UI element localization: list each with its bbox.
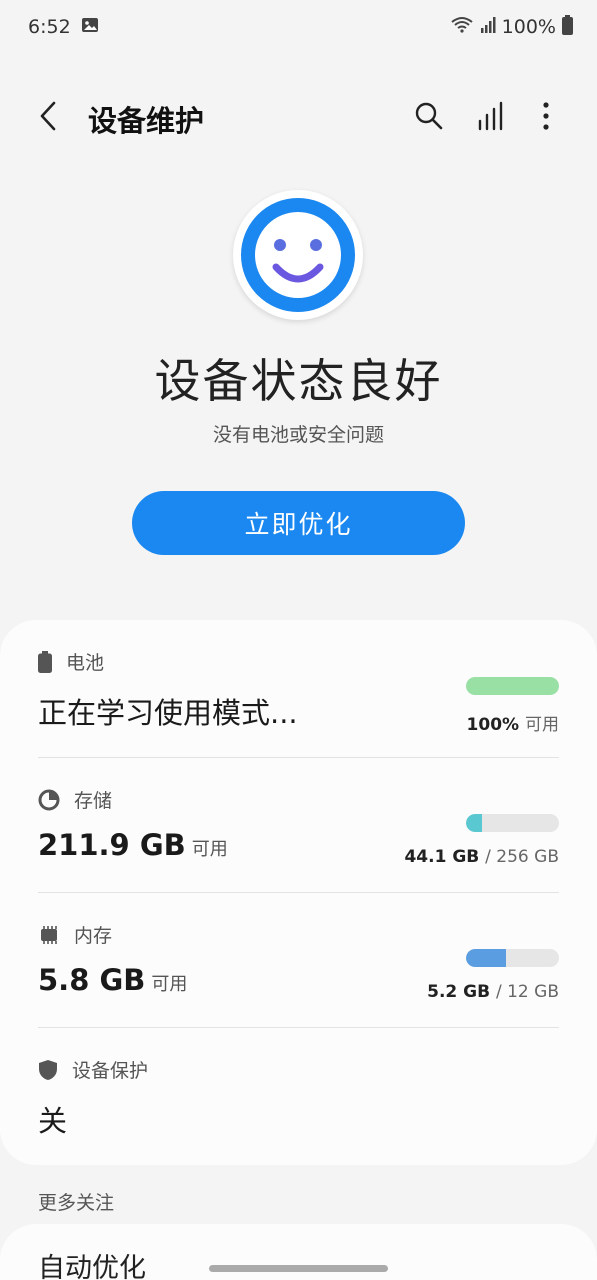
more-options-button[interactable] (526, 96, 566, 136)
battery-icon (38, 650, 52, 673)
cell-signal-icon (480, 16, 496, 39)
home-indicator[interactable] (209, 1265, 388, 1272)
app-bar: 设备维护 (0, 82, 597, 152)
battery-icon (562, 14, 573, 40)
battery-percent-value: 100% (466, 715, 520, 735)
memory-available-value: 5.8 GB (38, 963, 146, 997)
storage-label: 存储 (74, 790, 113, 812)
memory-total-value: / 12 GB (495, 982, 559, 1002)
page-title: 设备维护 (88, 104, 205, 138)
memory-available: 5.8 GB 可用 (38, 963, 187, 997)
storage-usage-bar (466, 814, 559, 832)
storage-section[interactable]: 存储 211.9 GB 可用 44.1 GB / 256 GB (0, 758, 597, 893)
device-protection-label: 设备保护 (72, 1060, 149, 1082)
wifi-icon (450, 15, 474, 40)
battery-percent: 100% (501, 16, 556, 38)
more-attention-item-label: 自动优化 (38, 1253, 146, 1280)
battery-status-value: 正在学习使用模式... (38, 696, 298, 730)
optimize-now-button[interactable]: 立即优化 (132, 491, 465, 555)
status-smiley (233, 190, 363, 320)
back-button[interactable] (28, 96, 68, 136)
search-icon (415, 102, 443, 130)
memory-usage-fill (466, 949, 506, 967)
clock: 6:52 (28, 16, 71, 38)
battery-section[interactable]: 电池 正在学习使用模式... 100% 可用 (0, 620, 597, 755)
memory-available-suffix: 可用 (151, 974, 188, 995)
device-protection-section[interactable]: 设备保护 关 (0, 1028, 597, 1163)
pie-chart-icon (38, 789, 60, 810)
device-status-title: 设备状态良好 (154, 354, 443, 408)
memory-label: 内存 (74, 925, 113, 947)
memory-usage-bar (466, 949, 559, 967)
memory-chip-icon (41, 925, 57, 944)
memory-meta: 5.2 GB / 12 GB (427, 982, 559, 1002)
status-bar: 6:52 100% (0, 0, 597, 54)
storage-total-value: / 256 GB (485, 847, 559, 867)
maintenance-card: 电池 正在学习使用模式... 100% 可用 存储 211.9 GB 可用 44.… (0, 620, 597, 1165)
storage-usage-fill (466, 814, 482, 832)
storage-available-value: 211.9 GB (38, 828, 186, 862)
smiley-face-icon (241, 198, 355, 312)
search-button[interactable] (409, 96, 449, 136)
signal-bars-icon (478, 101, 503, 131)
device-protection-value: 关 (38, 1104, 68, 1138)
battery-available-label: 可用 (525, 715, 559, 735)
battery-level-fill (466, 677, 559, 695)
storage-available-suffix: 可用 (191, 839, 228, 860)
shield-icon (39, 1059, 57, 1080)
battery-level-bar (466, 677, 559, 695)
memory-section[interactable]: 内存 5.8 GB 可用 5.2 GB / 12 GB (0, 893, 597, 1028)
battery-meta: 100% 可用 (467, 710, 559, 735)
storage-meta: 44.1 GB / 256 GB (404, 847, 559, 867)
storage-available: 211.9 GB 可用 (38, 828, 228, 862)
gallery-notification-icon (81, 16, 99, 39)
memory-used-value: 5.2 GB (427, 982, 491, 1002)
battery-label: 电池 (66, 652, 105, 674)
back-icon (40, 101, 56, 131)
more-vert-icon (543, 102, 549, 130)
storage-used-value: 44.1 GB (404, 847, 480, 867)
stats-button[interactable] (471, 96, 511, 136)
more-attention-heading: 更多关注 (38, 1192, 115, 1214)
device-status-subtitle: 没有电池或安全问题 (212, 424, 384, 446)
